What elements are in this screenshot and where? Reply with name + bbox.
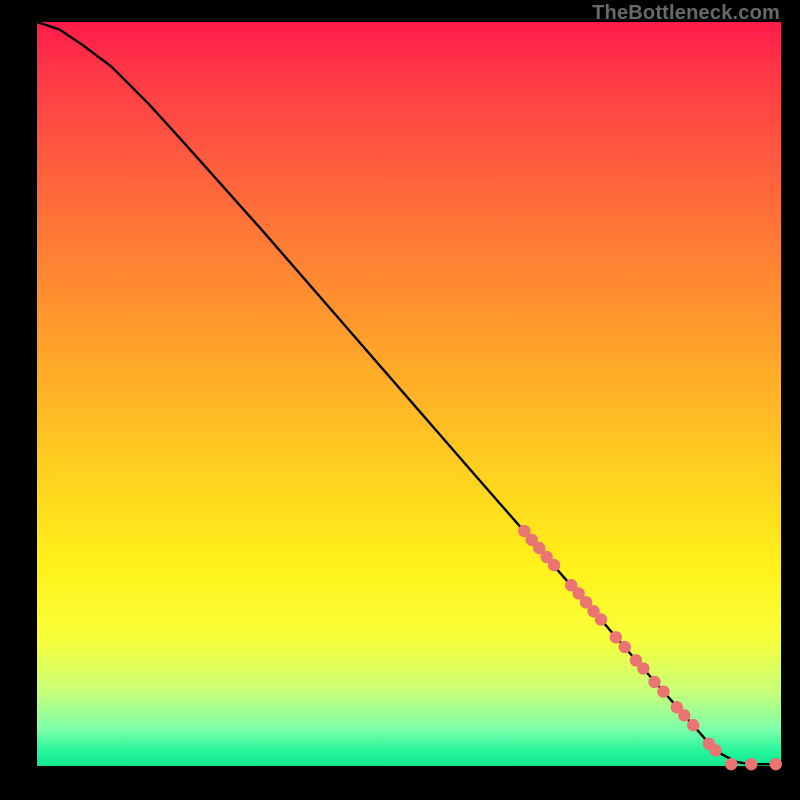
data-marker xyxy=(648,676,660,688)
marker-group xyxy=(518,525,782,771)
data-marker xyxy=(619,641,631,653)
data-marker xyxy=(678,709,690,721)
curve-line xyxy=(37,22,781,764)
watermark-text: TheBottleneck.com xyxy=(592,2,780,25)
data-marker xyxy=(637,662,649,674)
data-marker xyxy=(725,758,737,770)
data-marker xyxy=(709,744,721,756)
chart-svg xyxy=(37,22,781,766)
data-marker xyxy=(548,559,560,571)
data-marker xyxy=(657,685,669,697)
data-marker xyxy=(595,613,607,625)
data-marker xyxy=(610,631,622,643)
data-marker xyxy=(770,758,782,770)
data-marker xyxy=(745,758,757,770)
plot-area xyxy=(37,22,781,766)
chart-frame: TheBottleneck.com xyxy=(0,0,800,800)
data-marker xyxy=(687,719,699,731)
